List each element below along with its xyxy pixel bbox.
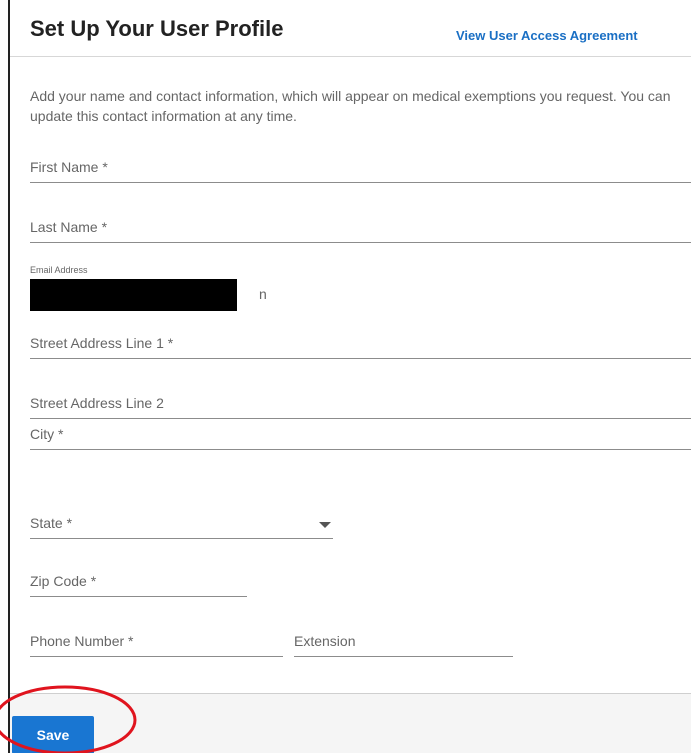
state-label: State * [30,515,73,531]
street-address-1-field[interactable]: Street Address Line 1 * [30,328,691,359]
profile-form-panel: Set Up Your User Profile View User Acces… [8,0,691,753]
intro-text: Add your name and contact information, w… [30,88,671,124]
page-title: Set Up Your User Profile [30,16,284,41]
chevron-down-icon[interactable] [319,522,331,528]
view-user-access-agreement-link[interactable]: View User Access Agreement [456,28,638,43]
email-address-label: Email Address [30,265,88,275]
email-value-visible-part: n [259,286,267,302]
street-address-2-input[interactable] [30,388,691,418]
phone-number-input[interactable] [30,626,283,656]
extension-input[interactable] [294,626,513,656]
state-select[interactable]: State * [30,508,333,539]
email-redaction-block [30,279,237,311]
city-input[interactable] [30,419,691,449]
phone-number-field[interactable]: Phone Number * [30,626,283,657]
street-address-1-input[interactable] [30,328,691,358]
form-footer: Save [10,693,691,753]
first-name-field[interactable]: First Name * [30,152,691,183]
save-button[interactable]: Save [12,716,94,753]
street-address-2-field[interactable]: Street Address Line 2 [30,388,691,419]
first-name-input[interactable] [30,152,691,182]
zip-code-input[interactable] [30,566,247,596]
panel-header: Set Up Your User Profile View User Acces… [10,0,691,57]
last-name-field[interactable]: Last Name * [30,212,691,243]
extension-field[interactable]: Extension [294,626,513,657]
zip-code-field[interactable]: Zip Code * [30,566,247,597]
last-name-input[interactable] [30,212,691,242]
city-field[interactable]: City * [30,419,691,450]
